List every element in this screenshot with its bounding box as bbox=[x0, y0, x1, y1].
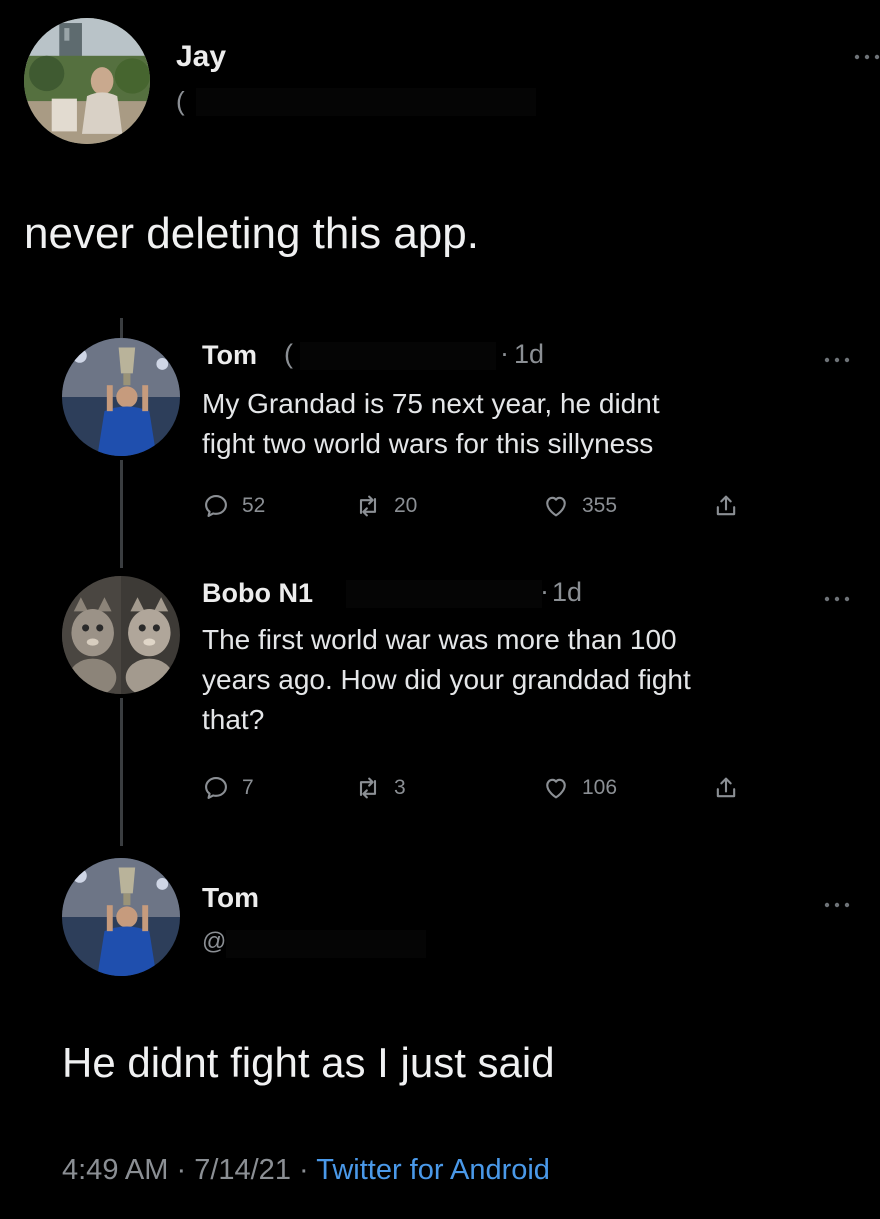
focused-tweet-meta: 4:49 AM · 7/14/21 · Twitter for Android bbox=[62, 1154, 550, 1187]
reply1-dot: · bbox=[500, 338, 509, 368]
redacted-handle bbox=[196, 88, 536, 116]
avatar-image bbox=[62, 858, 180, 976]
avatar-tom-focused[interactable] bbox=[62, 858, 180, 976]
reply1-actions: 52 20 355 bbox=[202, 490, 762, 522]
reply1-time[interactable]: 1d bbox=[514, 339, 544, 370]
reply-count: 7 bbox=[242, 776, 254, 799]
reply1-author-name[interactable]: Tom bbox=[202, 340, 257, 371]
thread-connector-line bbox=[120, 318, 123, 340]
focused-tweet-text: He didnt fight as I just said bbox=[62, 1039, 555, 1086]
retweet-button[interactable]: 20 bbox=[354, 490, 417, 522]
reply2-more-icon[interactable] bbox=[822, 586, 852, 608]
reply2-text-line: that? bbox=[202, 704, 265, 735]
main-more-icon[interactable] bbox=[852, 44, 880, 66]
tweet-time: 4:49 AM bbox=[62, 1154, 169, 1186]
reply-icon bbox=[205, 777, 227, 799]
main-author-name[interactable]: Jay bbox=[176, 40, 226, 74]
main-tweet-text: never deleting this app. bbox=[24, 209, 479, 258]
like-button[interactable]: 355 bbox=[542, 490, 617, 522]
reply2-text-line: years ago. How did your granddad fight bbox=[202, 664, 691, 695]
share-button[interactable] bbox=[712, 490, 740, 522]
reply-count: 52 bbox=[242, 494, 266, 517]
focused-author-handle[interactable]: @ bbox=[202, 928, 226, 956]
avatar-bobo[interactable] bbox=[62, 576, 180, 694]
focused-author-name[interactable]: Tom bbox=[202, 882, 259, 914]
thread-connector-line bbox=[120, 460, 123, 568]
like-button[interactable]: 106 bbox=[542, 772, 617, 804]
retweet-icon bbox=[359, 495, 377, 517]
reply-button[interactable]: 7 bbox=[202, 772, 254, 804]
reply1-text: My Grandad is 75 next year, he didnt fig… bbox=[202, 384, 862, 464]
retweet-count: 20 bbox=[394, 494, 418, 517]
reply2-author-name[interactable]: Bobo N1 bbox=[202, 578, 313, 609]
like-count: 106 bbox=[582, 776, 618, 799]
redacted-handle bbox=[300, 342, 496, 370]
reply2-dot: · bbox=[540, 576, 549, 606]
reply1-author-handle[interactable]: ( bbox=[284, 339, 293, 370]
avatar-tom[interactable] bbox=[62, 338, 180, 456]
reply-icon bbox=[205, 495, 227, 517]
reply1-text-line: My Grandad is 75 next year, he didnt bbox=[202, 388, 660, 419]
retweet-button[interactable]: 3 bbox=[354, 772, 406, 804]
tweet-source-link[interactable]: Twitter for Android bbox=[316, 1154, 550, 1186]
avatar-jay[interactable] bbox=[24, 18, 150, 144]
reply2-text-line: The first world war was more than 100 bbox=[202, 624, 677, 655]
heart-icon bbox=[546, 778, 566, 799]
share-icon bbox=[716, 495, 736, 516]
main-author-handle[interactable]: ( bbox=[176, 86, 185, 117]
redacted-handle bbox=[226, 930, 426, 958]
share-icon bbox=[716, 777, 736, 798]
heart-icon bbox=[546, 496, 566, 517]
meta-separator: · bbox=[176, 1154, 195, 1186]
reply2-text: The first world war was more than 100 ye… bbox=[202, 620, 862, 740]
retweet-count: 3 bbox=[394, 776, 406, 799]
avatar-image bbox=[62, 338, 180, 456]
reply1-text-line: fight two world wars for this sillyness bbox=[202, 428, 654, 459]
avatar-image bbox=[62, 576, 180, 694]
reply2-time[interactable]: 1d bbox=[552, 577, 582, 608]
reply-button[interactable]: 52 bbox=[202, 490, 265, 522]
focused-more-icon[interactable] bbox=[822, 892, 852, 914]
avatar-image bbox=[24, 18, 150, 144]
thread-connector-line bbox=[120, 698, 123, 846]
tweet-date: 7/14/21 bbox=[194, 1154, 291, 1186]
retweet-icon bbox=[359, 777, 377, 799]
share-button[interactable] bbox=[712, 772, 740, 804]
reply1-more-icon[interactable] bbox=[822, 347, 852, 369]
meta-separator: · bbox=[299, 1154, 317, 1186]
reply2-actions: 7 3 106 bbox=[202, 772, 762, 804]
like-count: 355 bbox=[582, 494, 618, 517]
redacted-handle bbox=[346, 580, 542, 608]
